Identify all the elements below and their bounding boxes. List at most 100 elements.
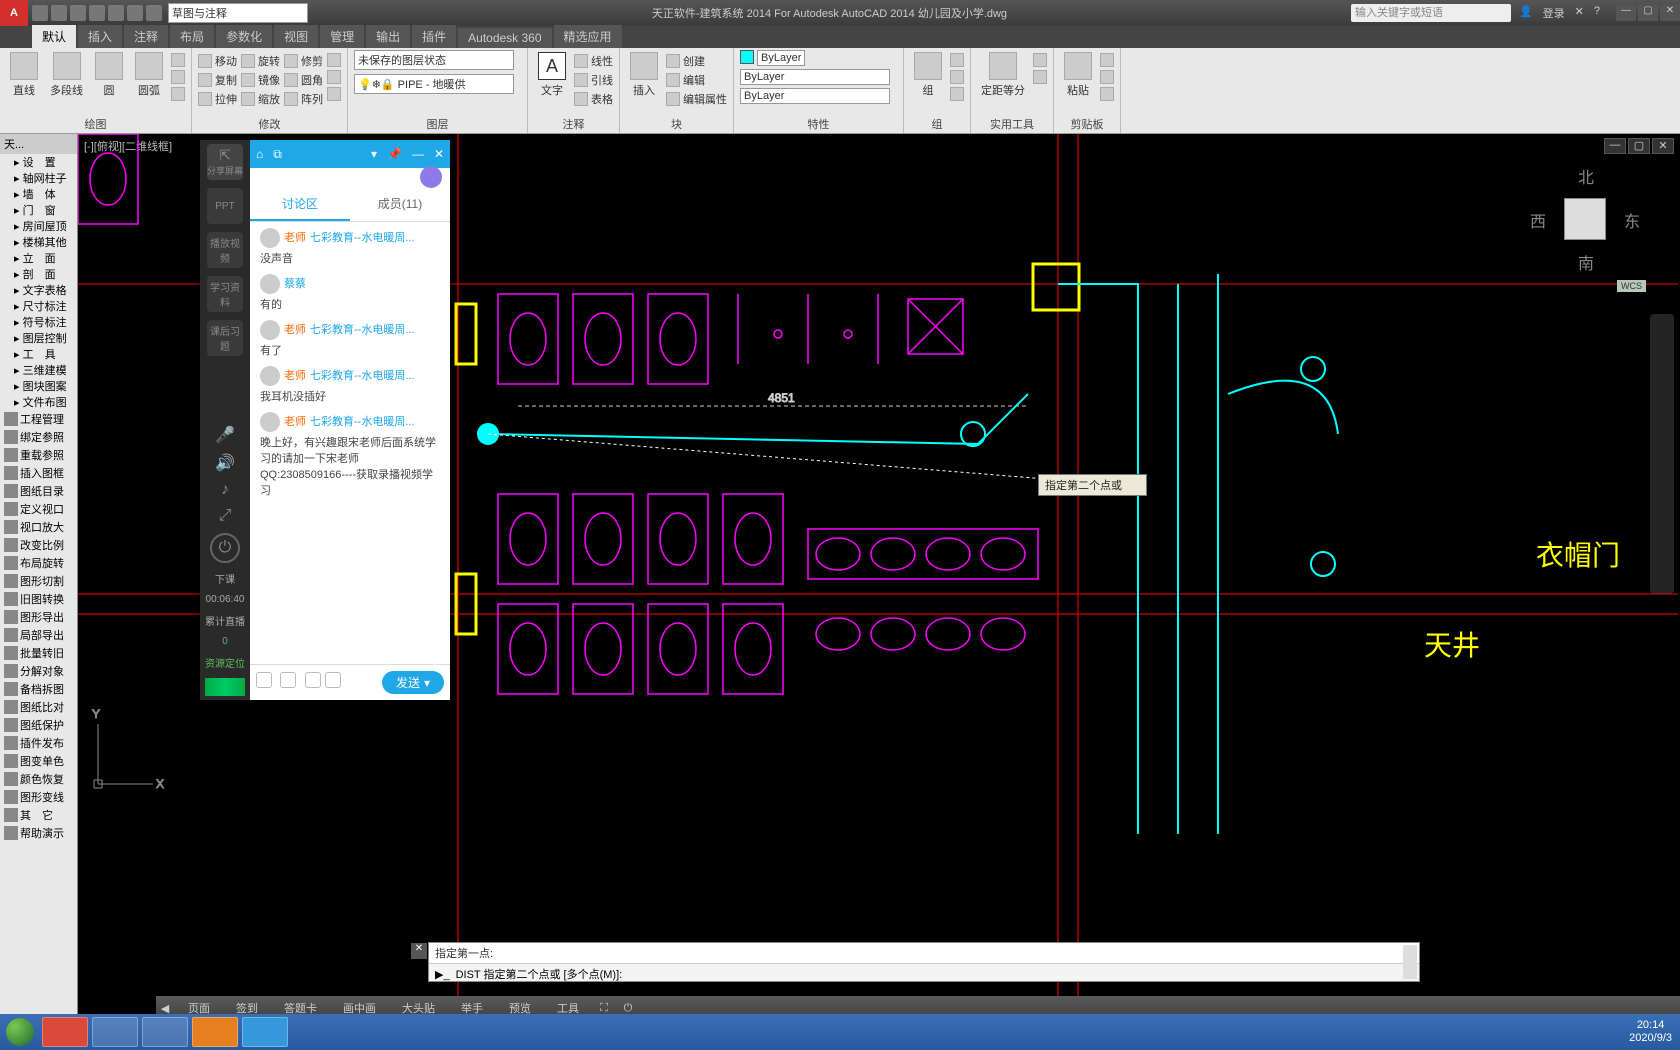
ribbon-tab-featured[interactable]: 精选应用 — [554, 25, 622, 48]
workspace-combo[interactable]: 草图与注释 — [168, 3, 308, 23]
mirror-button[interactable]: 镜像 — [241, 72, 280, 88]
prev-page-icon[interactable]: ◀ — [156, 1002, 174, 1015]
tool-item[interactable]: 布局旋转 — [0, 554, 77, 572]
ribbon-tab-view[interactable]: 视图 — [274, 25, 318, 48]
wcs-badge[interactable]: WCS — [1617, 280, 1646, 292]
qat-undo-icon[interactable] — [127, 5, 143, 21]
tree-item[interactable]: ▸ 图块图案 — [0, 378, 77, 394]
end-class-button[interactable]: ⏻ — [210, 533, 240, 563]
table-button[interactable]: 表格 — [574, 91, 613, 107]
offset-button[interactable] — [327, 70, 341, 84]
color-swatch[interactable] — [740, 50, 754, 64]
tool-item[interactable]: 旧图转换 — [0, 590, 77, 608]
paste-button[interactable]: 粘贴 — [1060, 50, 1096, 100]
command-line[interactable]: ✕ 指定第一点: ▶_DIST 指定第二个点或 [多个点(M)]: — [428, 942, 1420, 982]
chat-ppt-button[interactable]: PPT — [207, 188, 243, 224]
help-search-input[interactable]: 输入关键字或短语 — [1351, 4, 1511, 22]
chat-tab-members[interactable]: 成员(11) — [350, 186, 450, 221]
system-clock[interactable]: 20:142020/9/3 — [1621, 1019, 1680, 1045]
chat-pin-icon[interactable]: 📌 — [387, 147, 402, 161]
group-button[interactable]: 组 — [910, 50, 946, 100]
signin-label[interactable]: 登录 — [1543, 5, 1565, 21]
chat-close-icon[interactable]: ✕ — [434, 147, 444, 161]
text-button[interactable]: A文字 — [534, 50, 570, 100]
tool-item[interactable]: 图纸比对 — [0, 698, 77, 716]
tree-item[interactable]: ▸ 尺寸标注 — [0, 298, 77, 314]
qat-open-icon[interactable] — [51, 5, 67, 21]
minimize-icon[interactable]: — — [1616, 5, 1636, 21]
viewcube-top-face[interactable] — [1564, 198, 1606, 240]
help-icon[interactable]: ? — [1594, 5, 1600, 21]
polyline-button[interactable]: 多段线 — [46, 50, 87, 100]
qat-save-icon[interactable] — [70, 5, 86, 21]
tool-item[interactable]: 备档拆图 — [0, 680, 77, 698]
rotate-button[interactable]: 旋转 — [241, 53, 280, 69]
fillet-button[interactable]: 圆角 — [284, 72, 323, 88]
color-combo[interactable]: ByLayer — [757, 50, 805, 66]
compass-east[interactable]: 东 — [1624, 208, 1640, 232]
ribbon-tab-default[interactable]: 默认 — [32, 25, 76, 48]
qat-new-icon[interactable] — [32, 5, 48, 21]
arc-button[interactable]: 圆弧 — [131, 50, 167, 100]
create-block-button[interactable]: 创建 — [666, 53, 727, 69]
tool-item[interactable]: 图纸保护 — [0, 716, 77, 734]
tool-item[interactable]: 批量转旧 — [0, 644, 77, 662]
tree-item[interactable]: ▸ 墙 体 — [0, 186, 77, 202]
tool-item[interactable]: 图形导出 — [0, 608, 77, 626]
music-icon[interactable]: ♪ — [221, 481, 229, 499]
signin-icon[interactable]: 👤 — [1519, 5, 1533, 21]
chat-homework-button[interactable]: 课后习题 — [207, 320, 243, 356]
tree-item[interactable]: ▸ 立 面 — [0, 250, 77, 266]
measure-button[interactable]: 定距等分 — [977, 50, 1029, 100]
tool-item[interactable]: 定义视口 — [0, 500, 77, 518]
layer-combo[interactable]: 💡❄🔒 PIPE - 地暖供 — [354, 74, 514, 94]
explode-button[interactable] — [327, 53, 341, 67]
copy-button[interactable]: 复制 — [198, 72, 237, 88]
hatch-button[interactable] — [171, 87, 185, 101]
tool-item[interactable]: 插件发布 — [0, 734, 77, 752]
tree-item[interactable]: ▸ 图层控制 — [0, 330, 77, 346]
linetype-combo[interactable]: ByLayer — [740, 88, 890, 104]
ribbon-tab-a360[interactable]: Autodesk 360 — [458, 28, 551, 48]
tree-item[interactable]: ▸ 门 窗 — [0, 202, 77, 218]
tree-item[interactable]: ▸ 轴网柱子 — [0, 170, 77, 186]
chat-material-button[interactable]: 学习资料 — [207, 276, 243, 312]
expand-icon[interactable]: ⤢ — [219, 507, 232, 525]
tool-item[interactable]: 图纸目录 — [0, 482, 77, 500]
tool-item[interactable]: 图变单色 — [0, 752, 77, 770]
chat-message-list[interactable]: 老师七彩教育--水电暖周...没声音蔡蔡有的老师七彩教育--水电暖周...有了老… — [250, 222, 450, 664]
block-icon[interactable] — [325, 672, 341, 688]
qat-saveas-icon[interactable] — [89, 5, 105, 21]
tool-item[interactable]: 颜色恢复 — [0, 770, 77, 788]
tree-item[interactable]: ▸ 工 具 — [0, 346, 77, 362]
edit-block-button[interactable]: 编辑 — [666, 72, 727, 88]
compass-west[interactable]: 西 — [1530, 208, 1546, 232]
ribbon-tab-layout[interactable]: 布局 — [170, 25, 214, 48]
chat-collapse-icon[interactable]: ▾ — [371, 147, 377, 161]
line-button[interactable]: 直线 — [6, 50, 42, 100]
tool-item[interactable]: 插入图框 — [0, 464, 77, 482]
tree-item[interactable]: ▸ 设 置 — [0, 154, 77, 170]
tool-item[interactable]: 局部导出 — [0, 626, 77, 644]
tool-item[interactable]: 其 它 — [0, 806, 77, 824]
share-screen-button[interactable]: ⇱分享屏幕 — [207, 144, 243, 180]
scale-button[interactable]: 缩放 — [241, 91, 280, 107]
chat-minimize-icon[interactable]: — — [412, 147, 424, 161]
left-panel-header[interactable]: 天... — [0, 134, 77, 154]
send-button[interactable]: 发送 ▾ — [382, 671, 444, 694]
leader-button[interactable]: 引线 — [574, 72, 613, 88]
ribbon-tab-annotate[interactable]: 注释 — [124, 25, 168, 48]
edit-attr-button[interactable]: 编辑属性 — [666, 91, 727, 107]
rect-button[interactable] — [171, 53, 185, 67]
vb-fullscreen-icon[interactable]: ⛶ — [593, 1002, 615, 1015]
chat-tab-discuss[interactable]: 讨论区 — [250, 186, 350, 221]
maximize-icon[interactable]: ▢ — [1638, 5, 1658, 21]
ribbon-tab-output[interactable]: 输出 — [366, 25, 410, 48]
stretch-button[interactable]: 拉伸 — [198, 91, 237, 107]
chat-window[interactable]: ⇱分享屏幕 PPT 播放视频 学习资料 课后习题 🎤 🔊 ♪ ⤢ ⏻ 下课 00… — [200, 140, 450, 700]
lineweight-combo[interactable]: ByLayer — [740, 69, 890, 85]
cmdline-scrollbar[interactable] — [1403, 945, 1417, 979]
emoji-icon[interactable] — [256, 672, 272, 688]
linear-dim-button[interactable]: 线性 — [574, 53, 613, 69]
chat-notify-badge[interactable] — [420, 166, 442, 188]
